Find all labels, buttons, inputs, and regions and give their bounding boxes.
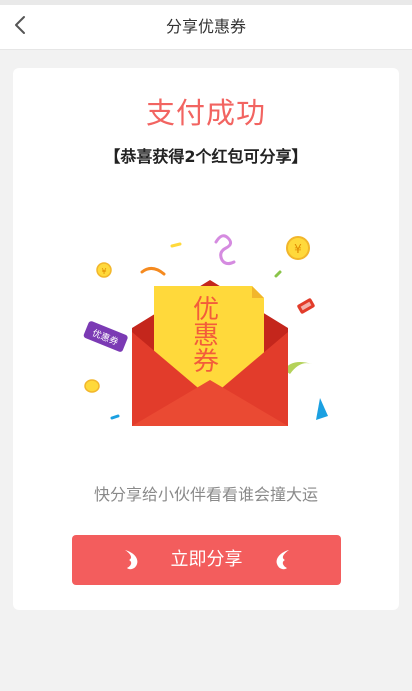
- confetti-squiggle: [214, 234, 236, 266]
- svg-text:¥: ¥: [294, 242, 302, 256]
- svg-text:券: 券: [193, 347, 219, 377]
- card-scalloped-edge: [14, 64, 399, 68]
- red-envelope-illustration: ¥ ¥ 优惠券 优 惠 券: [83, 234, 328, 426]
- payment-success-title: 支付成功: [145, 96, 266, 130]
- top-navigation-bar: 分享优惠券: [0, 0, 412, 50]
- right-wing-icon: [273, 548, 291, 572]
- confetti-green-dash: [274, 270, 282, 278]
- coupon-ribbon: 优惠券: [83, 321, 128, 352]
- confetti-blue-dash: [110, 414, 120, 420]
- share-tip-text: 快分享给小伙伴看看谁会撞大运: [93, 485, 318, 504]
- mini-coupon-icon: [297, 298, 315, 314]
- coin-large-icon: ¥: [286, 236, 310, 260]
- confetti-curl-orange: [140, 267, 166, 276]
- confetti-blue-triangle: [316, 398, 328, 420]
- coin-tilted-icon: [84, 379, 100, 393]
- confetti-yellow-dash: [170, 242, 182, 248]
- share-now-button[interactable]: 立即分享: [72, 535, 341, 585]
- coin-small-icon: ¥: [96, 262, 112, 278]
- page-title: 分享优惠券: [165, 17, 246, 36]
- confetti-green-ribbon: [284, 362, 312, 374]
- share-button-label: 立即分享: [170, 549, 243, 570]
- svg-text:¥: ¥: [101, 267, 106, 276]
- left-wing-icon: [123, 548, 141, 572]
- red-packet-subtitle: 【恭喜获得2个红包可分享】: [104, 147, 308, 166]
